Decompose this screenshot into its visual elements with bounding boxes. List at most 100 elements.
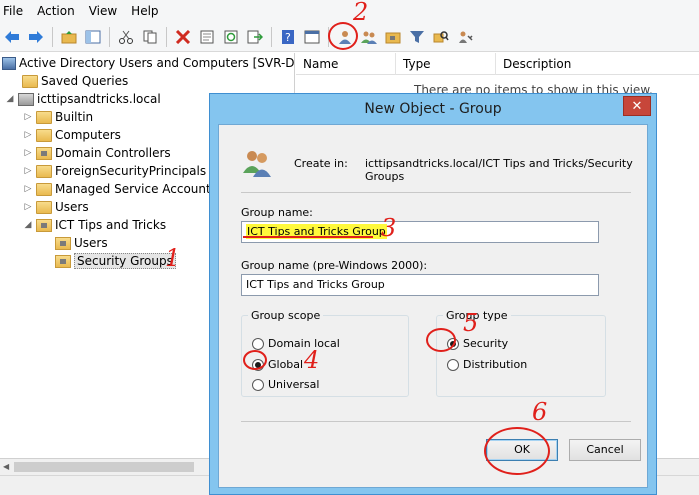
- new-object-group-dialog: New Object - Group ✕ Create in: icttipsa…: [209, 93, 657, 495]
- radio-button[interactable]: [252, 337, 264, 350]
- annotation-circle-security: [426, 328, 456, 352]
- type-security-radio[interactable]: Security: [447, 337, 508, 350]
- tree-item-domain[interactable]: ◢ icttipsandtricks.local: [4, 90, 161, 108]
- new-ou-icon[interactable]: [382, 26, 404, 48]
- find-icon[interactable]: [430, 26, 452, 48]
- column-name[interactable]: Name: [296, 53, 396, 75]
- create-in-path: icttipsandtricks.local/ICT Tips and Tric…: [365, 157, 633, 183]
- divider: [241, 421, 631, 422]
- show-tree-icon[interactable]: [82, 26, 104, 48]
- svg-text:?: ?: [285, 31, 291, 44]
- dialog-body: Create in: icttipsandtricks.local/ICT Ti…: [218, 124, 648, 488]
- tree-item-label: Saved Queries: [41, 74, 129, 88]
- ou-icon: [55, 254, 71, 268]
- tree-item-ict-tips-and-tricks[interactable]: ◢ ICT Tips and Tricks: [22, 216, 167, 234]
- group-name-pre2000-input[interactable]: ICT Tips and Tricks Group: [241, 274, 599, 296]
- new-group-icon[interactable]: [358, 26, 380, 48]
- menu-help[interactable]: Help: [124, 0, 165, 22]
- expand-arrow-icon[interactable]: ▷: [22, 166, 34, 176]
- annotation-4: 4: [304, 346, 320, 374]
- column-description[interactable]: Description: [496, 53, 699, 75]
- folder-icon: [36, 200, 52, 214]
- annotation-5: 5: [463, 309, 479, 337]
- properties-icon[interactable]: [196, 26, 218, 48]
- group-icon: [243, 151, 271, 177]
- ou-icon: [36, 146, 52, 160]
- tree-item-label: Managed Service Accounts: [55, 182, 217, 196]
- radio-label: Global: [268, 358, 304, 371]
- scope-domain-local-radio[interactable]: Domain local: [252, 337, 340, 350]
- radio-button[interactable]: [252, 378, 264, 391]
- cancel-button[interactable]: Cancel: [569, 439, 641, 461]
- cut-icon[interactable]: [115, 26, 137, 48]
- ou-icon: [36, 218, 52, 232]
- folder-icon: [22, 74, 38, 88]
- tree-item-users[interactable]: ▷ Users: [22, 198, 89, 216]
- column-header-row: Name Type Description: [296, 53, 699, 75]
- ou-icon: [55, 236, 71, 250]
- close-button[interactable]: ✕: [623, 96, 651, 116]
- folder-icon: [36, 128, 52, 142]
- console-icon[interactable]: [301, 26, 323, 48]
- folder-icon: [36, 182, 52, 196]
- type-distribution-radio[interactable]: Distribution: [447, 358, 527, 371]
- tree-item-label: icttipsandtricks.local: [37, 92, 161, 106]
- menu-file[interactable]: File: [0, 0, 30, 22]
- refresh-icon[interactable]: [220, 26, 242, 48]
- group-type-box: Group type Security Distribution: [436, 309, 606, 397]
- radio-button[interactable]: [447, 358, 459, 371]
- close-icon: ✕: [631, 98, 643, 114]
- delegate-icon[interactable]: [454, 26, 476, 48]
- expand-arrow-icon[interactable]: ▷: [22, 202, 34, 212]
- aduc-icon: [2, 56, 16, 70]
- tree-item-managed-service-accounts[interactable]: ▷ Managed Service Accounts: [22, 180, 217, 198]
- back-icon[interactable]: [1, 26, 23, 48]
- folder-icon: [36, 110, 52, 124]
- scroll-left-icon[interactable]: ◀: [3, 462, 9, 471]
- delete-icon[interactable]: [172, 26, 194, 48]
- expand-arrow-icon[interactable]: ▷: [22, 112, 34, 122]
- tree-item-label: Computers: [55, 128, 121, 142]
- column-type[interactable]: Type: [396, 53, 496, 75]
- collapse-arrow-icon[interactable]: ◢: [4, 94, 16, 104]
- tree-item-label: Users: [74, 236, 108, 250]
- expand-arrow-icon[interactable]: ▷: [22, 148, 34, 158]
- annotation-circle-new-group: [328, 22, 358, 50]
- tree-item-computers[interactable]: ▷ Computers: [22, 126, 121, 144]
- annotation-circle-ok: [484, 427, 550, 475]
- forward-icon[interactable]: [25, 26, 47, 48]
- tree-item-builtin[interactable]: ▷ Builtin: [22, 108, 94, 126]
- tree-item-foreign-security-principals[interactable]: ▷ ForeignSecurityPrincipals: [22, 162, 207, 180]
- tree-item-ict-users[interactable]: Users: [53, 234, 108, 252]
- tree-item-security-groups[interactable]: Security Groups: [53, 252, 176, 270]
- expand-arrow-icon[interactable]: ▷: [22, 130, 34, 140]
- scope-universal-radio[interactable]: Universal: [252, 378, 319, 391]
- radio-label: Universal: [268, 378, 320, 391]
- group-name-pre2000-label: Group name (pre-Windows 2000):: [241, 259, 428, 272]
- tree-item-label: ForeignSecurityPrincipals: [55, 164, 207, 178]
- tree-item-saved-queries[interactable]: Saved Queries: [20, 72, 128, 90]
- copy-icon[interactable]: [139, 26, 161, 48]
- domain-icon: [18, 92, 34, 106]
- help-icon[interactable]: ?: [277, 26, 299, 48]
- tree-item-domain-controllers[interactable]: ▷ Domain Controllers: [22, 144, 171, 162]
- group-name-input[interactable]: ICT Tips and Tricks Group: [241, 221, 599, 243]
- tree-root[interactable]: Active Directory Users and Computers [SV…: [0, 54, 294, 72]
- scroll-thumb[interactable]: [14, 462, 194, 472]
- up-folder-icon[interactable]: [58, 26, 80, 48]
- menu-action[interactable]: Action: [30, 0, 82, 22]
- group-name-label: Group name:: [241, 206, 313, 219]
- annotation-1: 1: [165, 244, 181, 272]
- filter-icon[interactable]: [406, 26, 428, 48]
- export-icon[interactable]: [244, 26, 266, 48]
- tree-item-label: Security Groups: [74, 253, 176, 269]
- annotation-6: 6: [532, 398, 548, 426]
- expand-arrow-icon[interactable]: ▷: [22, 184, 34, 194]
- toolbar-separator: [109, 26, 110, 47]
- menu-view[interactable]: View: [82, 0, 124, 22]
- radio-label: Security: [463, 337, 509, 350]
- collapse-arrow-icon[interactable]: ◢: [22, 220, 34, 230]
- folder-icon: [36, 164, 52, 178]
- annotation-2: 2: [353, 0, 369, 26]
- toolbar-separator: [271, 26, 272, 47]
